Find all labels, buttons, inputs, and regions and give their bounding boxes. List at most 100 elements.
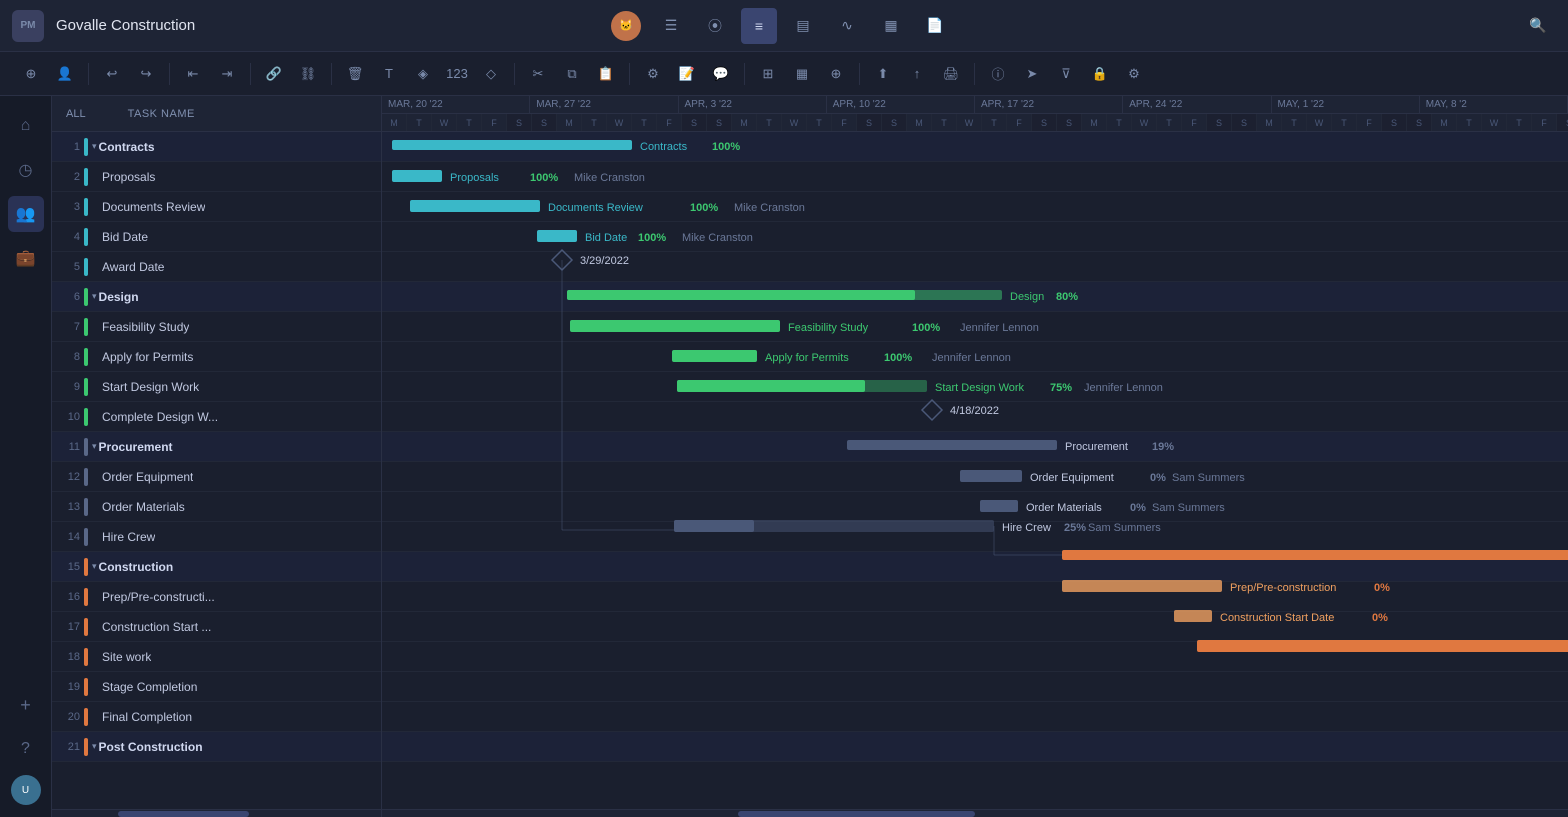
- task-row[interactable]: 8 Apply for Permits: [52, 342, 381, 372]
- task-row[interactable]: 20 Final Completion: [52, 702, 381, 732]
- task-row[interactable]: 15 ▾ Construction: [52, 552, 381, 582]
- nav-help[interactable]: ?: [8, 731, 44, 767]
- task-number: 15: [56, 561, 84, 573]
- undo-button[interactable]: ↩: [97, 59, 127, 89]
- task-list: 1 ▾ Contracts 2 Proposals 3 Documents Re…: [52, 132, 381, 809]
- nav-people[interactable]: 👥: [8, 196, 44, 232]
- expand-icon[interactable]: ▾: [92, 441, 97, 452]
- task-color-indicator: [84, 438, 88, 456]
- gantt-body[interactable]: Contracts 100% Proposals 100% Mike Crans…: [382, 132, 1568, 809]
- chart-view-icon[interactable]: ∿: [829, 8, 865, 44]
- share-button[interactable]: ➤: [1017, 59, 1047, 89]
- comment-button[interactable]: 💬: [706, 59, 736, 89]
- expand-icon[interactable]: ▾: [92, 141, 97, 152]
- paint-button[interactable]: ◈: [408, 59, 438, 89]
- gantt-day: W: [957, 114, 982, 131]
- user-avatar[interactable]: 🐱: [611, 11, 641, 41]
- add-task-button[interactable]: ⊕: [16, 59, 46, 89]
- number-button[interactable]: 123: [442, 59, 472, 89]
- gantt-scrollbar[interactable]: [382, 809, 1568, 817]
- task-row[interactable]: 9 Start Design Work: [52, 372, 381, 402]
- task-label: Proposals: [102, 170, 155, 184]
- task-row[interactable]: 21 ▾ Post Construction: [52, 732, 381, 762]
- task-row[interactable]: 10 Complete Design W...: [52, 402, 381, 432]
- task-row[interactable]: 14 Hire Crew: [52, 522, 381, 552]
- task-row[interactable]: 4 Bid Date: [52, 222, 381, 252]
- shape-button[interactable]: ◇: [476, 59, 506, 89]
- settings-button[interactable]: ⚙: [1119, 59, 1149, 89]
- task-row[interactable]: 12 Order Equipment: [52, 462, 381, 492]
- indent-button[interactable]: ⇥: [212, 59, 242, 89]
- grid-button[interactable]: ▦: [787, 59, 817, 89]
- task-row[interactable]: 16 Prep/Pre-constructi...: [52, 582, 381, 612]
- outdent-button[interactable]: ⇤: [178, 59, 208, 89]
- copy-button[interactable]: ⧉: [557, 59, 587, 89]
- task-row[interactable]: 6 ▾ Design: [52, 282, 381, 312]
- task-row[interactable]: 2 Proposals: [52, 162, 381, 192]
- table-view-icon[interactable]: ≡: [741, 8, 777, 44]
- upload-button[interactable]: ↑: [902, 59, 932, 89]
- column-mgr-button[interactable]: ⊞: [753, 59, 783, 89]
- filter-button[interactable]: ⊽: [1051, 59, 1081, 89]
- text-format-button[interactable]: T: [374, 59, 404, 89]
- scrollbar-thumb[interactable]: [118, 811, 250, 817]
- sheet-view-icon[interactable]: ▤: [785, 8, 821, 44]
- gantt-day: T: [932, 114, 957, 131]
- calendar-view-icon[interactable]: ▦: [873, 8, 909, 44]
- add-person-button[interactable]: 👤: [50, 59, 80, 89]
- task-label: Complete Design W...: [102, 410, 218, 424]
- dependency-button[interactable]: ⚙: [638, 59, 668, 89]
- file-view-icon[interactable]: 📄: [917, 8, 953, 44]
- search-icon[interactable]: 🔍: [1520, 8, 1556, 44]
- task-color-indicator: [84, 228, 88, 246]
- task-list-header: ALL TASK NAME: [52, 96, 381, 132]
- gantt-day: S: [1557, 114, 1568, 131]
- task-row[interactable]: 19 Stage Completion: [52, 672, 381, 702]
- task-row[interactable]: 17 Construction Start ...: [52, 612, 381, 642]
- info-button[interactable]: ⓘ: [983, 59, 1013, 89]
- redo-button[interactable]: ↪: [131, 59, 161, 89]
- export-button[interactable]: ⬆: [868, 59, 898, 89]
- expand-icon[interactable]: ▾: [92, 561, 97, 572]
- link-button[interactable]: 🔗: [259, 59, 289, 89]
- gantt-day: W: [782, 114, 807, 131]
- delete-button[interactable]: 🗑: [340, 59, 370, 89]
- gantt-day: M: [1257, 114, 1282, 131]
- print-button[interactable]: 🖨: [936, 59, 966, 89]
- nav-add[interactable]: +: [8, 687, 44, 723]
- nav-history[interactable]: ◷: [8, 152, 44, 188]
- task-color-indicator: [84, 588, 88, 606]
- gantt-scrollbar-thumb[interactable]: [738, 811, 975, 817]
- gantt-day: S: [1232, 114, 1257, 131]
- zoom-button[interactable]: ⊕: [821, 59, 851, 89]
- nav-work[interactable]: 💼: [8, 240, 44, 276]
- task-row[interactable]: 3 Documents Review: [52, 192, 381, 222]
- columns-view-icon[interactable]: ⦿: [697, 8, 733, 44]
- task-row[interactable]: 1 ▾ Contracts: [52, 132, 381, 162]
- cut-button[interactable]: ✂: [523, 59, 553, 89]
- task-row[interactable]: 18 Site work: [52, 642, 381, 672]
- gantt-day: S: [532, 114, 557, 131]
- task-row[interactable]: 11 ▾ Procurement: [52, 432, 381, 462]
- task-list-scrollbar[interactable]: [52, 809, 381, 817]
- gantt-row-2: [382, 162, 1568, 192]
- nav-home[interactable]: ⌂: [8, 108, 44, 144]
- list-view-icon[interactable]: ☰: [653, 8, 689, 44]
- lock-button[interactable]: 🔒: [1085, 59, 1115, 89]
- task-row[interactable]: 13 Order Materials: [52, 492, 381, 522]
- task-label: Order Materials: [102, 500, 185, 514]
- gantt-day: M: [1432, 114, 1457, 131]
- task-color-indicator: [84, 528, 88, 546]
- task-row[interactable]: 5 Award Date: [52, 252, 381, 282]
- paste-button[interactable]: 📋: [591, 59, 621, 89]
- note-button[interactable]: 📝: [672, 59, 702, 89]
- unlink-button[interactable]: ⛓: [293, 59, 323, 89]
- expand-icon[interactable]: ▾: [92, 741, 97, 752]
- expand-icon[interactable]: ▾: [92, 291, 97, 302]
- task-row[interactable]: 7 Feasibility Study: [52, 312, 381, 342]
- app-logo[interactable]: PM: [12, 10, 44, 42]
- nav-avatar[interactable]: U: [11, 775, 41, 805]
- gantt-row-14: [382, 522, 1568, 552]
- all-filter-button[interactable]: ALL: [60, 106, 92, 122]
- gantt-days-row: const days = ['M','T','W','T','F','S','S…: [382, 114, 1568, 131]
